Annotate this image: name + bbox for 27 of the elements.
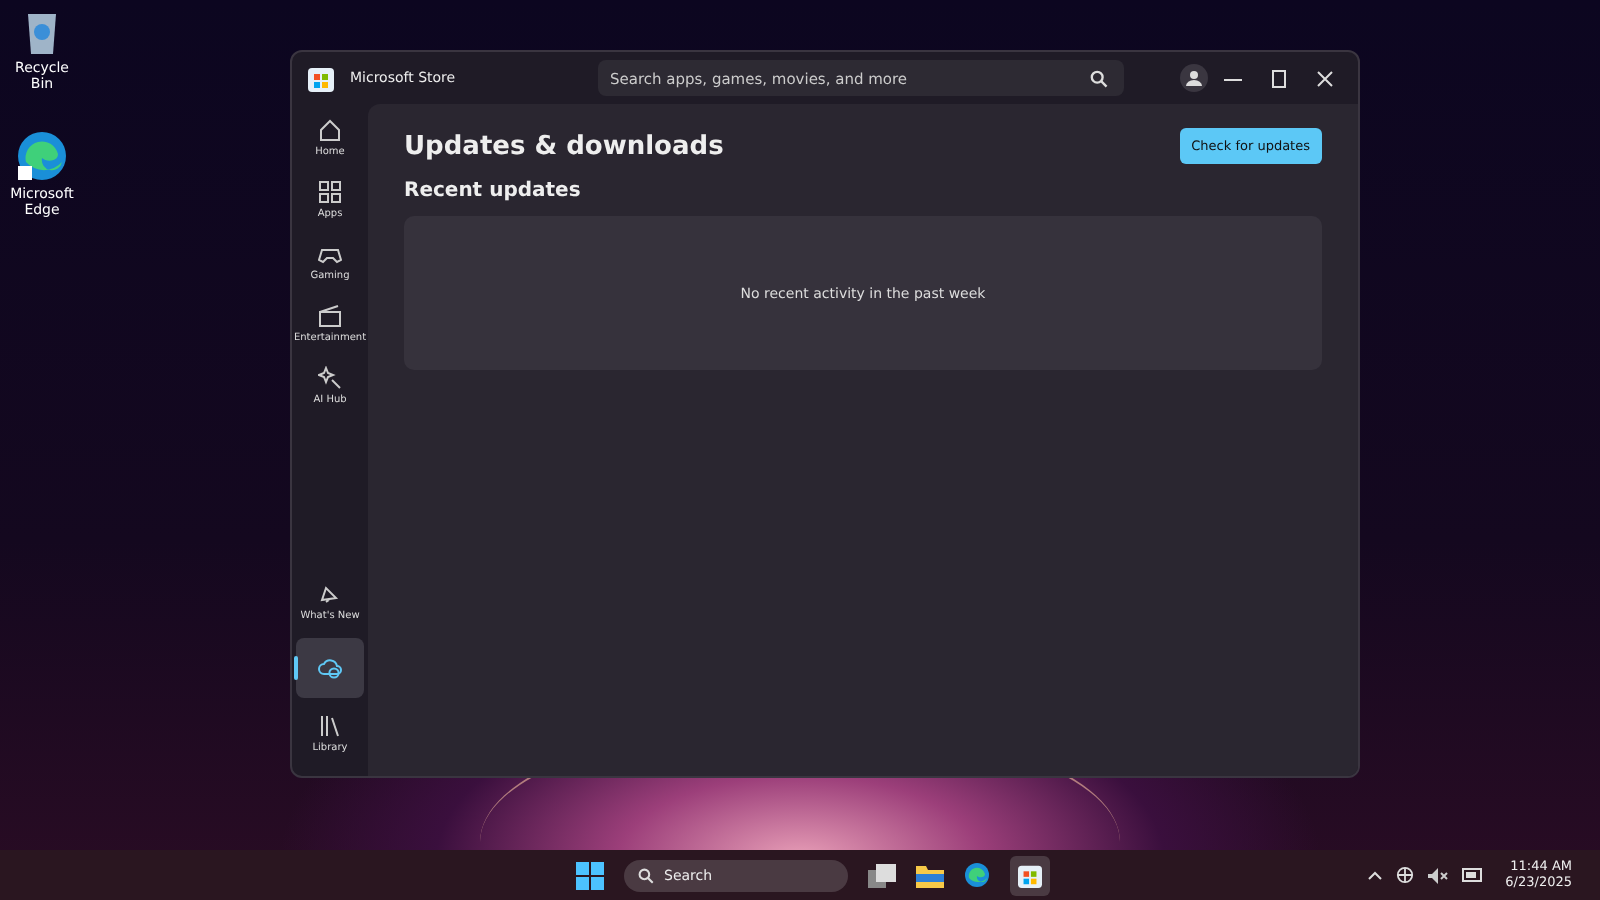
folder-icon[interactable]: [916, 863, 944, 887]
apps-icon: [318, 180, 342, 204]
cloud-download-icon: [318, 656, 342, 680]
nav-item[interactable]: [296, 638, 364, 698]
books-icon: [318, 714, 342, 738]
store-taskbar-button[interactable]: [1010, 855, 1050, 895]
search-icon[interactable]: [638, 867, 654, 883]
trash-bin-icon[interactable]: [22, 8, 62, 56]
search-icon[interactable]: [1090, 69, 1108, 87]
maximize-icon[interactable]: [1270, 69, 1288, 87]
page-title: Updates & downloads: [404, 131, 724, 161]
windows-logo-icon[interactable]: [576, 861, 604, 889]
account-avatar[interactable]: [1180, 64, 1208, 92]
section-heading: Recent updates: [404, 180, 583, 202]
close-icon[interactable]: [1316, 69, 1334, 87]
chevron-up-icon[interactable]: [1367, 870, 1382, 880]
globe-icon[interactable]: [1395, 866, 1414, 884]
store-bag-icon[interactable]: [1018, 862, 1042, 888]
entertainment-icon: [318, 304, 342, 328]
task-view-icon[interactable]: [868, 863, 896, 887]
browser-icon[interactable]: [964, 862, 990, 888]
store-bag-icon: [308, 64, 334, 92]
home-icon: [318, 118, 342, 142]
speaker-muted-icon[interactable]: [1427, 867, 1448, 883]
battery-icon[interactable]: [1461, 868, 1484, 882]
browser-icon[interactable]: [16, 129, 68, 182]
ai-icon: [318, 366, 342, 390]
